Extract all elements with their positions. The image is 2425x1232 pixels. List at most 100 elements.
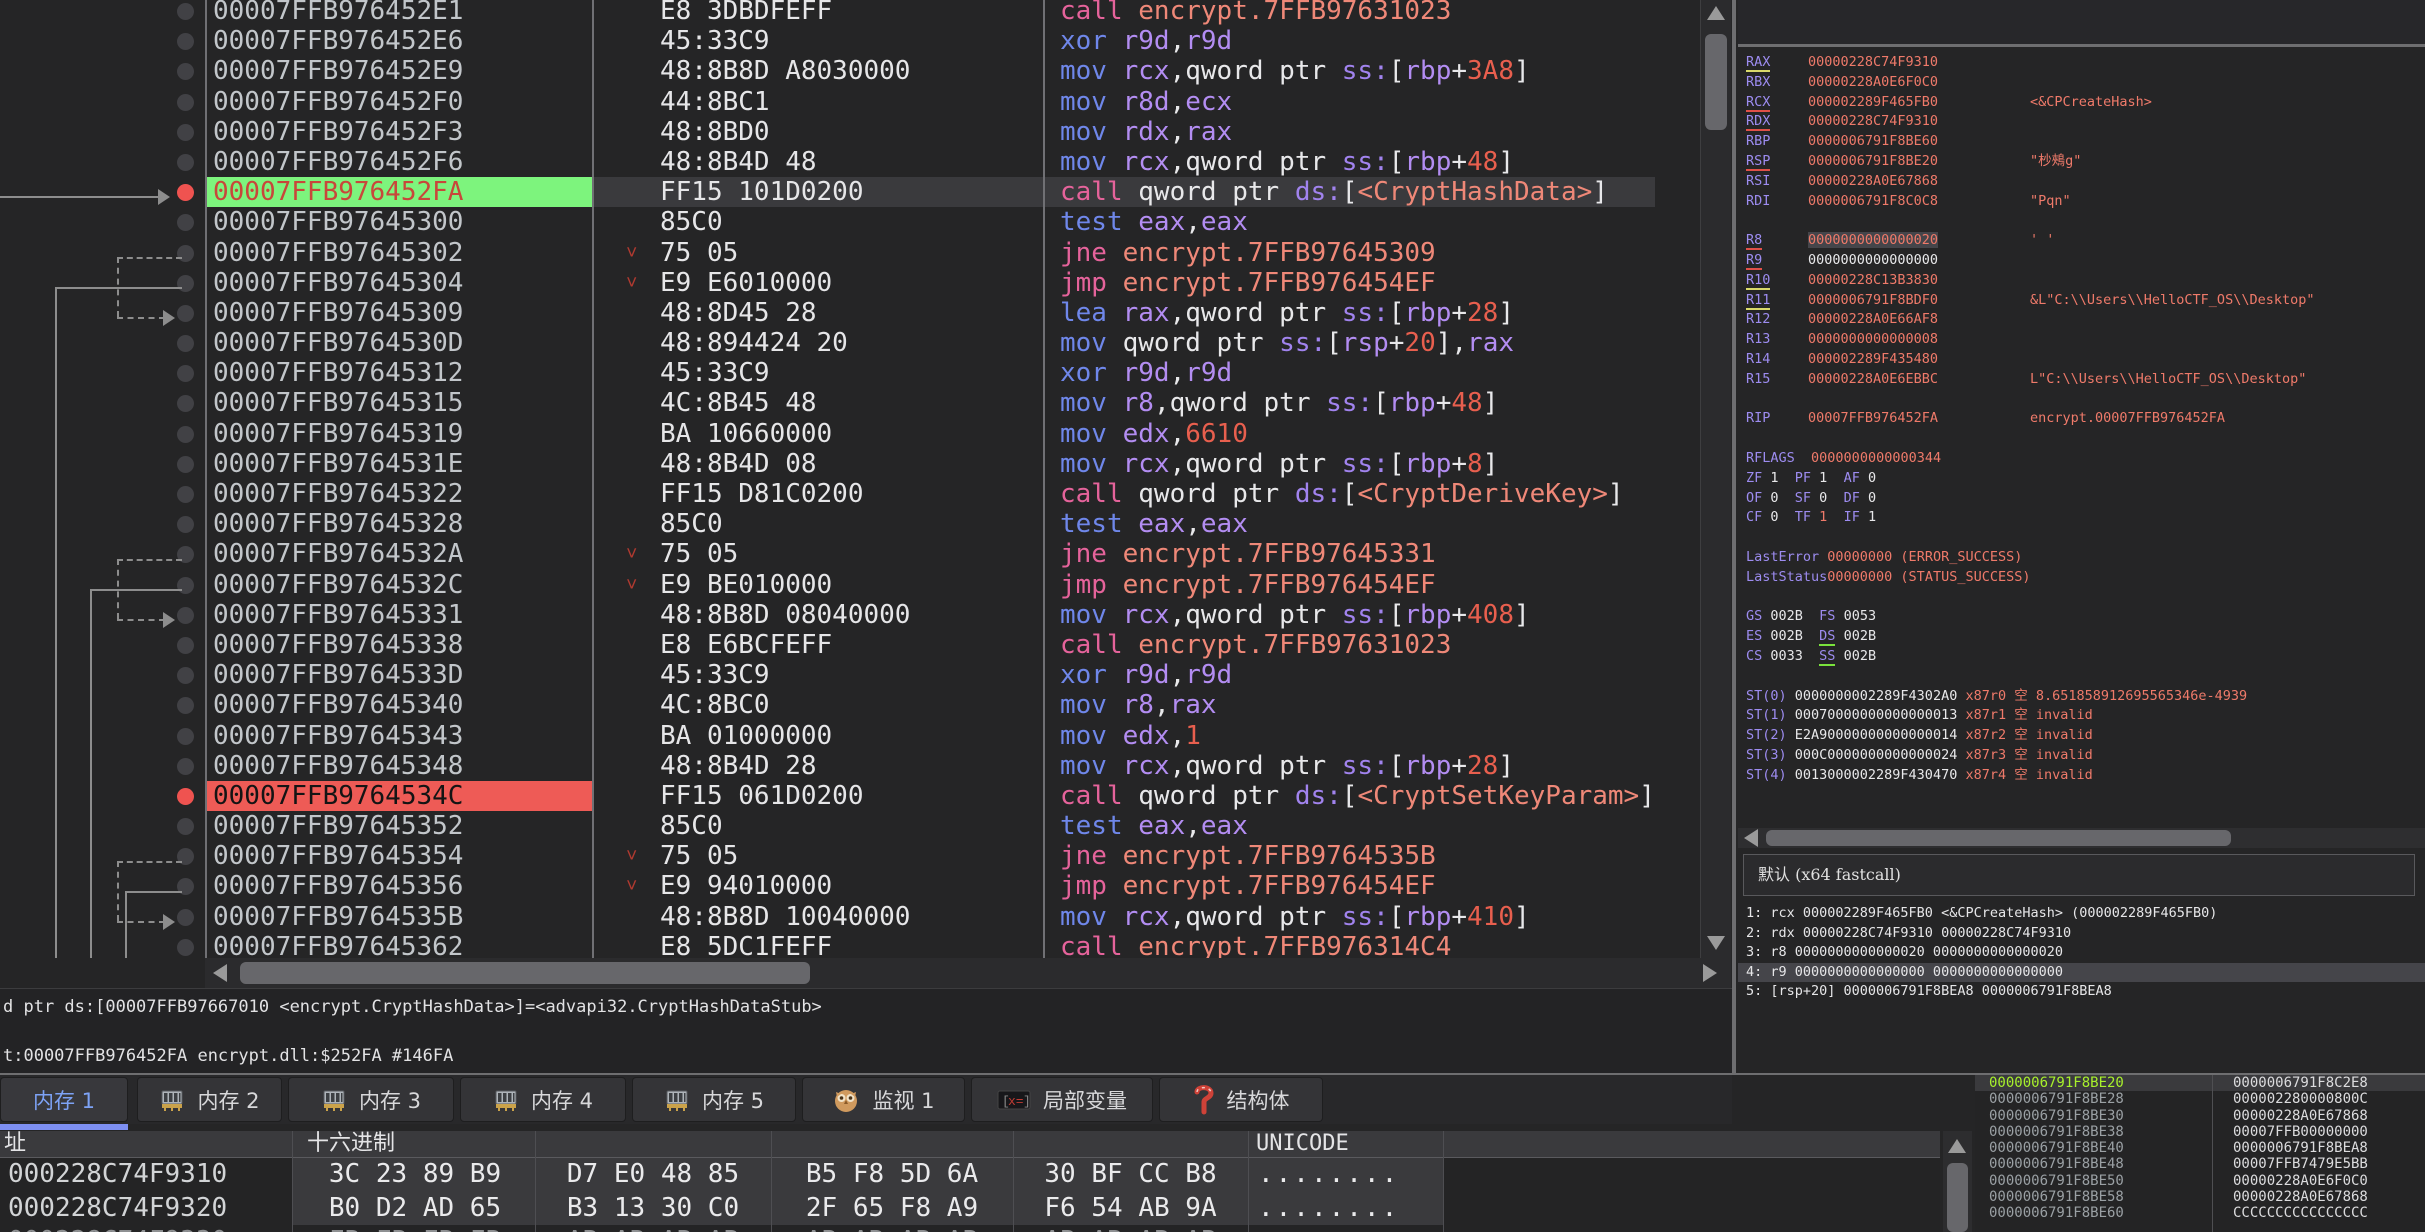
breakpoint-dot-icon[interactable] (177, 184, 194, 201)
register-line[interactable] (1738, 429, 2425, 449)
breakpoint-slot-icon[interactable] (177, 486, 194, 503)
instruction-cell[interactable]: mov rdx,rax (1043, 117, 1655, 147)
address-cell[interactable]: 00007FFB97645331 (205, 600, 592, 630)
bytes-cell[interactable]: E9 BE010000˅ (592, 570, 1043, 600)
disasm-row[interactable]: 00007FFB9764534848:8B4D 28mov rcx,qword … (0, 751, 1655, 781)
disasm-row[interactable]: 00007FFB9764535B48:8B8D 10040000mov rcx,… (0, 902, 1655, 932)
bytes-cell[interactable]: FF15 D81C0200 (592, 479, 1043, 509)
disasm-row[interactable]: 00007FFB976452E948:8B8D A8030000mov rcx,… (0, 56, 1655, 86)
disassembly-panel[interactable]: 00007FFB976452E1E8 3DBDFEFFcall encrypt.… (0, 0, 1698, 958)
register-value[interactable]: 00000228C13B3830 (1808, 272, 1938, 288)
disasm-row[interactable]: 00007FFB97645319BA 10660000mov edx,6610 (0, 419, 1655, 449)
breakpoint-slot-icon[interactable] (177, 456, 194, 473)
register-line[interactable] (1738, 588, 2425, 608)
breakpoint-slot-icon[interactable] (177, 607, 194, 624)
stack-panel[interactable]: 0000006791F8BE200000006791F8C2E800000067… (1975, 1075, 2425, 1232)
disasm-row[interactable]: 00007FFB9764533148:8B8D 08040000mov rcx,… (0, 600, 1655, 630)
bytes-cell[interactable]: 75 05˅ (592, 238, 1043, 268)
registers-panel[interactable]: RAX00000228C74F9310RBX00000228A0E6F0C0RC… (1738, 47, 2425, 827)
bytes-cell[interactable]: FF15 061D0200 (592, 781, 1043, 811)
instruction-cell[interactable]: mov r8d,ecx (1043, 87, 1655, 117)
disasm-row[interactable]: 00007FFB976453154C:8B45 48mov r8,qword p… (0, 388, 1655, 418)
fastcall-arg-row[interactable]: 1: rcx 000002289F465FB0 <&CPCreateHash> … (1738, 904, 2425, 924)
stack-row[interactable]: 0000006791F8BE3000000228A0E67868 (1975, 1108, 2425, 1124)
tab-内存 2[interactable]: 内存 2 (137, 1077, 282, 1122)
tab-内存 1[interactable]: 内存 1 (0, 1077, 128, 1122)
scroll-right-icon[interactable] (1703, 964, 1717, 982)
disasm-row[interactable]: 00007FFB976452F044:8BC1mov r8d,ecx (0, 87, 1655, 117)
bytes-cell[interactable]: 48:8B4D 08 (592, 449, 1043, 479)
address-cell[interactable]: 00007FFB9764533D (205, 660, 592, 690)
disasm-row[interactable]: 00007FFB9764530085C0test eax,eax (0, 207, 1655, 237)
register-value[interactable]: 00000228C74F9310 (1808, 113, 1938, 129)
breakpoint-slot-icon[interactable] (177, 365, 194, 382)
bytes-cell[interactable]: 48:8D45 28 (592, 298, 1043, 328)
instruction-cell[interactable]: mov r8,qword ptr ss:[rbp+48] (1043, 388, 1655, 418)
address-cell[interactable]: 00007FFB97645328 (205, 509, 592, 539)
breakpoint-slot-icon[interactable] (177, 697, 194, 714)
bytes-cell[interactable]: E9 94010000˅ (592, 871, 1043, 901)
instruction-cell[interactable]: jne encrypt.7FFB97645331 (1043, 539, 1655, 569)
register-line[interactable]: ST(1) 00070000000000000013 x87r1 空 inval… (1738, 706, 2425, 726)
disasm-row[interactable]: 00007FFB9764532CE9 BE010000˅jmp encrypt.… (0, 570, 1655, 600)
disasm-row[interactable]: 00007FFB9764531245:33C9xor r9d,r9d (0, 358, 1655, 388)
instruction-cell[interactable]: xor r9d,r9d (1043, 660, 1655, 690)
disasm-row[interactable]: 00007FFB976453404C:8BC0mov r8,rax (0, 690, 1655, 720)
breakpoint-slot-icon[interactable] (177, 939, 194, 956)
instruction-cell[interactable]: mov rcx,qword ptr ss:[rbp+408] (1043, 600, 1655, 630)
instruction-cell[interactable]: test eax,eax (1043, 509, 1655, 539)
disasm-row[interactable]: 00007FFB9764532A75 05˅jne encrypt.7FFB97… (0, 539, 1655, 569)
disasm-row[interactable]: 00007FFB97645343BA 01000000mov edx,1 (0, 721, 1655, 751)
breakpoint-slot-icon[interactable] (177, 818, 194, 835)
disasm-row[interactable]: 00007FFB9764532885C0test eax,eax (0, 509, 1655, 539)
register-value[interactable]: 0000006791F8BDF0 (1808, 292, 1938, 308)
scroll-thumb[interactable] (1766, 830, 2231, 846)
register-value[interactable]: 0000006791F8C0C8 (1808, 193, 1938, 209)
address-cell[interactable]: 00007FFB97645354 (205, 841, 592, 871)
address-cell[interactable]: 00007FFB97645352 (205, 811, 592, 841)
register-value[interactable]: 000002289F465FB0 (1808, 94, 1938, 110)
breakpoint-slot-icon[interactable] (177, 728, 194, 745)
register-value[interactable]: 00000228A0E6F0C0 (1808, 74, 1938, 90)
register-line[interactable]: ZF 1 PF 1 AF 0 (1738, 469, 2425, 489)
breakpoint-slot-icon[interactable] (177, 878, 194, 895)
bytes-cell[interactable]: 48:8B8D A8030000 (592, 56, 1043, 86)
address-cell[interactable]: 00007FFB976452F6 (205, 147, 592, 177)
bytes-cell[interactable]: E9 E6010000˅ (592, 268, 1043, 298)
register-value[interactable]: 0000006791F8BE20 (1808, 153, 1938, 169)
register-value[interactable]: 00000228C74F9310 (1808, 54, 1938, 70)
register-line[interactable]: R80000000000000020' ' (1738, 231, 2425, 251)
bytes-cell[interactable]: 48:8B4D 48 (592, 147, 1043, 177)
address-cell[interactable]: 00007FFB9764535B (205, 902, 592, 932)
register-line[interactable]: RFLAGS 0000000000000344 (1738, 449, 2425, 469)
memory-dump-panel[interactable]: 址 十六进制 UNICODE 000228C74F93103C 23 89 B9… (0, 1131, 1940, 1232)
bytes-cell[interactable]: 48:8B8D 08040000 (592, 600, 1043, 630)
bytes-cell[interactable]: 85C0 (592, 509, 1043, 539)
disasm-row[interactable]: 00007FFB976452F648:8B4D 48mov rcx,qword … (0, 147, 1655, 177)
registers-hscrollbar[interactable] (1738, 828, 2425, 848)
register-line[interactable]: R110000006791F8BDF0&L"C:\\Users\\HelloCT… (1738, 291, 2425, 311)
disasm-row[interactable]: 00007FFB97645362E8 5DC1FEFFcall encrypt.… (0, 932, 1655, 958)
address-cell[interactable]: 00007FFB9764531E (205, 449, 592, 479)
register-line[interactable]: R1200000228A0E66AF8 (1738, 310, 2425, 330)
instruction-cell[interactable]: xor r9d,r9d (1043, 26, 1655, 56)
register-value[interactable]: 0000000000000020 (1808, 232, 1938, 248)
scroll-down-icon[interactable] (1707, 936, 1725, 950)
breakpoint-slot-icon[interactable] (177, 395, 194, 412)
register-line[interactable]: LastStatus00000000 (STATUS_SUCCESS) (1738, 568, 2425, 588)
breakpoint-slot-icon[interactable] (177, 335, 194, 352)
register-line[interactable] (1738, 528, 2425, 548)
instruction-cell[interactable]: xor r9d,r9d (1043, 358, 1655, 388)
bytes-cell[interactable]: E8 5DC1FEFF (592, 932, 1043, 958)
register-line[interactable] (1738, 390, 2425, 410)
instruction-cell[interactable]: call qword ptr ds:[<CryptHashData>] (1043, 177, 1655, 207)
stack-row[interactable]: 0000006791F8BE5800000228A0E67868 (1975, 1189, 2425, 1205)
disasm-row[interactable]: 00007FFB9764530D48:894424 20mov qword pt… (0, 328, 1655, 358)
register-line[interactable]: ST(3) 000C0000000000000024 x87r3 空 inval… (1738, 746, 2425, 766)
register-line[interactable]: ST(0) 0000000002289F4302A0 x87r0 空 8.651… (1738, 687, 2425, 707)
register-value[interactable]: 0000006791F8BE60 (1808, 133, 1938, 149)
breakpoint-slot-icon[interactable] (177, 154, 194, 171)
calling-convention-select[interactable]: 默认 (x64 fastcall) (1743, 854, 2415, 896)
register-line[interactable]: RSI00000228A0E67868 (1738, 172, 2425, 192)
scroll-thumb[interactable] (240, 962, 810, 984)
